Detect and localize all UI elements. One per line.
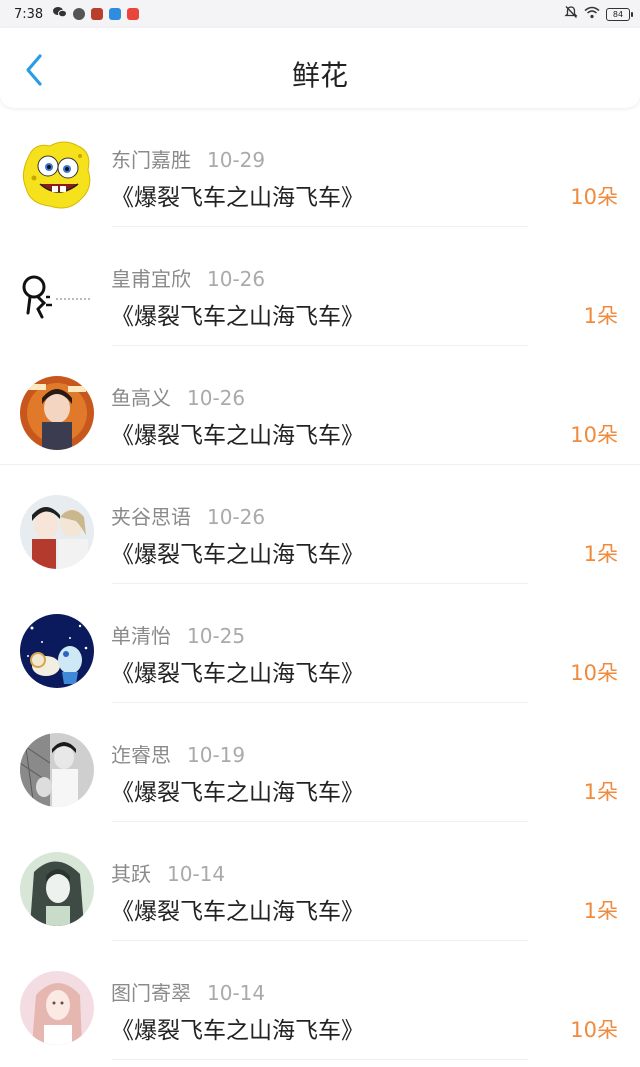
user-line: 其跃 10-14	[111, 858, 225, 887]
flower-count: 10朵	[570, 423, 618, 447]
avatar[interactable]	[20, 138, 94, 212]
user-name[interactable]: 鱼高义	[111, 386, 171, 410]
wechat-icon	[53, 6, 68, 22]
post-date: 10-14	[207, 981, 266, 1005]
header: 鲜花	[0, 28, 640, 108]
book-title[interactable]: 《爆裂飞车之山海飞车》	[111, 178, 364, 212]
status-bar: 7:38 84	[0, 0, 640, 28]
flower-count: 10朵	[570, 185, 618, 209]
flower-count: 10朵	[570, 661, 618, 685]
avatar[interactable]	[20, 852, 94, 926]
avatar[interactable]	[20, 376, 94, 450]
status-left: 7:38	[0, 6, 140, 22]
user-line: 东门嘉胜 10-29	[111, 144, 265, 173]
flower-count: 10朵	[570, 1018, 618, 1042]
divider	[112, 1059, 528, 1060]
avatar[interactable]	[20, 971, 94, 1045]
list-item[interactable]: 夹谷思语 10-26 《爆裂飞车之山海飞车》 1朵	[0, 465, 640, 584]
user-line: 鱼高义 10-26	[111, 382, 245, 411]
avatar[interactable]	[20, 257, 94, 331]
flower-count: 1朵	[583, 780, 618, 804]
screen: 7:38 84 鲜花 东门嘉胜 10-29 《爆裂飞车之山海飞车》 10朵 皇甫…	[0, 0, 640, 1067]
post-date: 10-29	[207, 148, 266, 172]
wifi-icon	[584, 6, 600, 23]
user-line: 单清怡 10-25	[111, 620, 245, 649]
list-item[interactable]: 迮睿思 10-19 《爆裂飞车之山海飞车》 1朵	[0, 703, 640, 822]
list-item[interactable]: 其跃 10-14 《爆裂飞车之山海飞车》 1朵	[0, 822, 640, 941]
list-item[interactable]: 皇甫宜欣 10-26 《爆裂飞车之山海飞车》 1朵	[0, 227, 640, 346]
post-date: 10-19	[187, 743, 246, 767]
flower-list: 东门嘉胜 10-29 《爆裂飞车之山海飞车》 10朵 皇甫宜欣 10-26 《爆裂飞…	[0, 108, 640, 1060]
book-title[interactable]: 《爆裂飞车之山海飞车》	[111, 416, 364, 450]
app-icon-4	[127, 8, 140, 20]
user-line: 皇甫宜欣 10-26	[111, 263, 265, 292]
book-title[interactable]: 《爆裂飞车之山海飞车》	[111, 892, 364, 926]
post-date: 10-14	[167, 862, 226, 886]
user-line: 迮睿思 10-19	[111, 739, 245, 768]
flower-count: 1朵	[583, 542, 618, 566]
user-name[interactable]: 皇甫宜欣	[111, 267, 191, 291]
app-icon-3	[109, 8, 122, 20]
mute-icon	[564, 5, 578, 23]
user-line: 夹谷思语 10-26	[111, 501, 265, 530]
list-item[interactable]: 单清怡 10-25 《爆裂飞车之山海飞车》 10朵	[0, 584, 640, 703]
app-icon-1	[73, 8, 86, 20]
book-title[interactable]: 《爆裂飞车之山海飞车》	[111, 654, 364, 688]
app-icon-2	[91, 8, 104, 20]
flower-count: 1朵	[583, 899, 618, 923]
battery-icon: 84	[606, 7, 633, 21]
post-date: 10-25	[187, 624, 246, 648]
status-time: 7:38	[14, 6, 44, 22]
user-name[interactable]: 其跃	[111, 862, 151, 886]
post-date: 10-26	[207, 505, 266, 529]
avatar[interactable]	[20, 733, 94, 807]
book-title[interactable]: 《爆裂飞车之山海飞车》	[111, 535, 364, 569]
user-name[interactable]: 单清怡	[111, 624, 171, 648]
user-name[interactable]: 夹谷思语	[111, 505, 191, 529]
list-item[interactable]: 图门寄翠 10-14 《爆裂飞车之山海飞车》 10朵	[0, 941, 640, 1060]
status-right: 84	[564, 0, 633, 28]
page-title: 鲜花	[291, 59, 348, 92]
flower-count: 1朵	[583, 304, 618, 328]
book-title[interactable]: 《爆裂飞车之山海飞车》	[111, 1011, 364, 1045]
avatar[interactable]	[20, 495, 94, 569]
post-date: 10-26	[187, 386, 246, 410]
book-title[interactable]: 《爆裂飞车之山海飞车》	[111, 297, 364, 331]
user-name[interactable]: 图门寄翠	[111, 981, 191, 1005]
list-item[interactable]: 东门嘉胜 10-29 《爆裂飞车之山海飞车》 10朵	[0, 108, 640, 227]
user-line: 图门寄翠 10-14	[111, 977, 265, 1006]
user-name[interactable]: 东门嘉胜	[111, 148, 191, 172]
user-name[interactable]: 迮睿思	[111, 743, 171, 767]
post-date: 10-26	[207, 267, 266, 291]
list-item[interactable]: 鱼高义 10-26 《爆裂飞车之山海飞车》 10朵	[0, 346, 640, 465]
book-title[interactable]: 《爆裂飞车之山海飞车》	[111, 773, 364, 807]
avatar[interactable]	[20, 614, 94, 688]
